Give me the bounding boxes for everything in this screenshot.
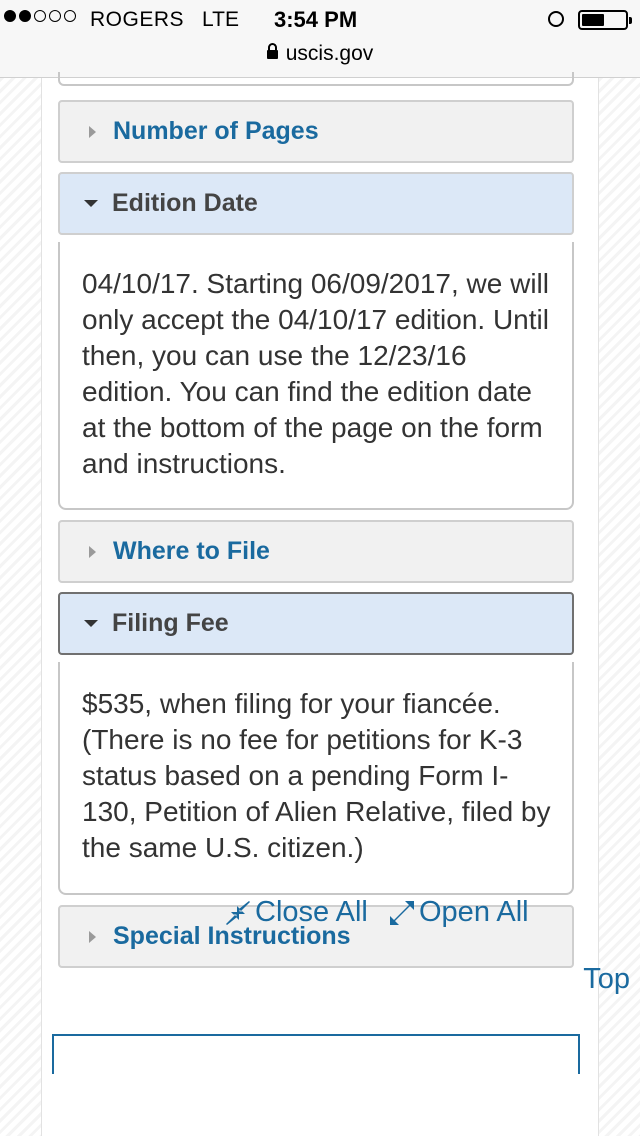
caret-right-icon <box>89 125 96 138</box>
caret-down-icon <box>84 620 98 627</box>
accordion-title: Where to File <box>113 537 270 565</box>
lock-icon <box>266 43 278 59</box>
left-margin <box>0 78 42 1136</box>
filing-fee-text: $535, when filing for your fiancée. (The… <box>82 688 551 863</box>
previous-panel-bottom <box>58 72 574 86</box>
accordion-title: Number of Pages <box>113 117 319 145</box>
close-all-link[interactable]: Close All <box>225 896 368 929</box>
battery-icon <box>578 10 632 30</box>
accordion-where-to-file[interactable]: Where to File <box>58 520 574 583</box>
network-type: LTE <box>202 8 239 31</box>
accordion-number-of-pages[interactable]: Number of Pages <box>58 100 574 163</box>
clock: 3:54 PM <box>274 7 358 32</box>
alarm-icon <box>548 11 564 27</box>
back-to-top-link[interactable]: Top <box>583 963 630 996</box>
caret-right-icon <box>89 545 96 558</box>
open-all-link[interactable]: Open All <box>389 896 529 929</box>
accordion-title: Edition Date <box>112 189 258 217</box>
status-bar: ROGERS LTE 3:54 PM <box>0 0 640 40</box>
accordion-title: Filing Fee <box>112 609 229 637</box>
close-all-label: Close All <box>255 896 368 928</box>
accordion-filing-fee[interactable]: Filing Fee <box>58 592 574 655</box>
accordion-actions: Close All Open All <box>0 896 640 936</box>
collapse-arrows-icon <box>226 900 250 925</box>
url-text: uscis.gov <box>285 42 374 65</box>
signal-strength-icon <box>4 10 76 22</box>
caret-down-icon <box>84 200 98 207</box>
edition-date-panel: 04/10/17. Starting 06/09/2017, we will o… <box>58 242 574 510</box>
open-all-label: Open All <box>419 896 529 928</box>
expand-arrows-icon <box>390 900 414 925</box>
page-content: Number of Pages Edition Date 04/10/17. S… <box>42 72 598 1136</box>
filing-fee-panel: $535, when filing for your fiancée. (The… <box>58 662 574 895</box>
edition-date-text: 04/10/17. Starting 06/09/2017, we will o… <box>82 268 549 479</box>
carrier-name: ROGERS <box>90 8 185 31</box>
next-section-box <box>52 1034 580 1074</box>
accordion-edition-date[interactable]: Edition Date <box>58 172 574 235</box>
